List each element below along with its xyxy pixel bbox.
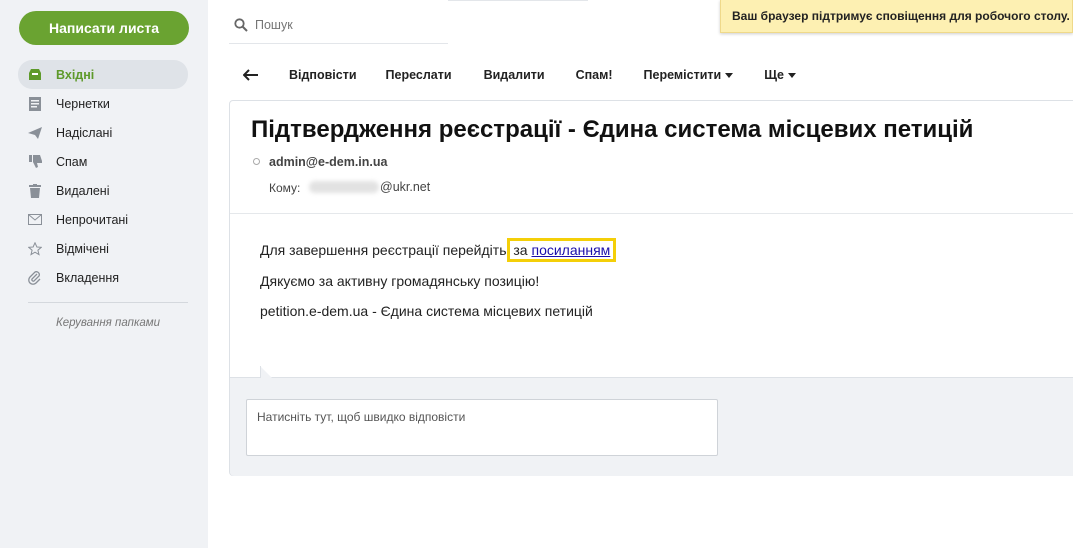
message-toolbar: Відповісти Переслати Видалити Спам! Пере… xyxy=(229,58,796,92)
folder-list: Вхідні Чернетки Надіслані Спам Видалені xyxy=(18,60,188,292)
sidebar-item-label: Вкладення xyxy=(56,270,120,285)
highlighted-link-area: за посиланням xyxy=(507,238,617,262)
link-prefix: за xyxy=(513,242,532,258)
sidebar-item-unread[interactable]: Непрочитані xyxy=(18,205,188,234)
send-icon xyxy=(28,126,42,140)
paperclip-icon xyxy=(28,270,42,285)
reply-button[interactable]: Відповісти xyxy=(289,68,357,82)
search-icon xyxy=(234,17,248,32)
move-label: Перемістити xyxy=(643,68,722,82)
sidebar-item-label: Чернетки xyxy=(56,96,110,111)
spam-button[interactable]: Спам! xyxy=(576,68,613,82)
sidebar-item-label: Вхідні xyxy=(56,67,95,82)
manage-folders-link[interactable]: Керування папками xyxy=(28,317,188,329)
confirmation-link[interactable]: посиланням xyxy=(531,242,610,258)
message-body-line: Для завершення реєстрації перейдіть за п… xyxy=(260,238,617,262)
sidebar-item-label: Видалені xyxy=(56,183,110,198)
arrow-left-icon xyxy=(243,69,258,81)
sidebar-item-label: Непрочитані xyxy=(56,212,129,227)
recipient-domain: @ukr.net xyxy=(380,180,431,194)
search-bar xyxy=(229,6,448,44)
back-button[interactable] xyxy=(229,69,273,81)
envelope-icon xyxy=(28,213,42,227)
sidebar-item-inbox[interactable]: Вхідні xyxy=(18,60,188,89)
top-divider xyxy=(448,0,588,1)
sidebar-item-label: Спам xyxy=(56,154,88,169)
message-subject: Підтвердження реєстрації - Єдина система… xyxy=(251,116,974,143)
sidebar-item-drafts[interactable]: Чернетки xyxy=(18,89,188,118)
message-body-line: petition.e-dem.ua - Єдина система місцев… xyxy=(260,303,593,319)
sidebar-item-sent[interactable]: Надіслані xyxy=(18,118,188,147)
body-text: Для завершення реєстрації перейдіть xyxy=(260,242,511,258)
sidebar-item-spam[interactable]: Спам xyxy=(18,147,188,176)
sidebar-item-attachments[interactable]: Вкладення xyxy=(18,263,188,292)
compose-button[interactable]: Написати листа xyxy=(19,11,189,45)
quick-reply-area: Натисніть тут, щоб швидко відповісти xyxy=(230,377,1073,476)
reply-tail xyxy=(260,366,272,378)
star-icon xyxy=(28,241,42,256)
sender-address[interactable]: admin@e-dem.in.ua xyxy=(269,155,387,169)
delete-button[interactable]: Видалити xyxy=(484,68,545,82)
sidebar-item-trash[interactable]: Видалені xyxy=(18,176,188,205)
forward-button[interactable]: Переслати xyxy=(386,68,452,82)
sidebar-item-starred[interactable]: Відмічені xyxy=(18,234,188,263)
header-divider xyxy=(230,213,1073,214)
drafts-icon xyxy=(28,96,42,111)
sender-status-icon xyxy=(253,158,260,165)
trash-icon xyxy=(28,183,42,198)
chevron-down-icon xyxy=(787,73,796,79)
sidebar-divider xyxy=(28,302,188,303)
inbox-icon xyxy=(28,68,42,82)
move-button[interactable]: Перемістити xyxy=(644,68,734,82)
recipient-label: Кому: xyxy=(269,181,301,195)
quick-reply-input[interactable]: Натисніть тут, щоб швидко відповісти xyxy=(246,399,718,456)
more-button[interactable]: Ще xyxy=(764,68,796,82)
sidebar-item-label: Надіслані xyxy=(56,125,113,140)
message-card: Підтвердження реєстрації - Єдина система… xyxy=(229,100,1073,476)
sidebar-item-label: Відмічені xyxy=(56,241,109,256)
chevron-down-icon xyxy=(725,73,734,79)
reply-tail-border xyxy=(260,366,261,378)
sidebar: Написати листа Вхідні Чернетки Надіслані… xyxy=(0,0,208,548)
recipient-redacted xyxy=(309,181,379,193)
more-label: Ще xyxy=(764,68,784,82)
desktop-notification-banner: Ваш браузер підтримує сповіщення для роб… xyxy=(720,0,1073,33)
thumbs-down-icon xyxy=(28,155,42,169)
message-body-line: Дякуємо за активну громадянську позицію! xyxy=(260,273,540,289)
search-input[interactable] xyxy=(255,17,435,32)
